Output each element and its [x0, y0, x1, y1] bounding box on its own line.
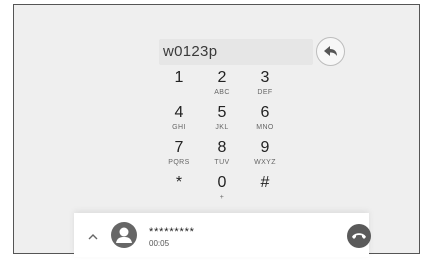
- dialed-number-field: w0123p: [159, 39, 313, 65]
- key-9[interactable]: 9 WXYZ: [240, 137, 290, 171]
- chevron-up-icon: [88, 234, 98, 240]
- key-hash[interactable]: #: [240, 172, 290, 206]
- call-duration: 00:05: [149, 239, 170, 248]
- expand-button[interactable]: [87, 229, 99, 240]
- key-letters: WXYZ: [254, 159, 276, 166]
- backspace-button[interactable]: [316, 37, 345, 66]
- person-icon: [116, 227, 132, 243]
- key-digit: 6: [260, 104, 270, 121]
- key-digit: 3: [260, 69, 270, 86]
- key-3[interactable]: 3 DEF: [240, 67, 290, 101]
- key-letters: DEF: [257, 89, 273, 96]
- key-6[interactable]: 6 MNO: [240, 102, 290, 136]
- caller-name: *********: [149, 226, 195, 238]
- hang-up-button[interactable]: [347, 224, 371, 248]
- caller-avatar: [111, 222, 137, 248]
- key-digit: #: [260, 174, 270, 191]
- back-arrow-icon: [324, 46, 337, 56]
- screen-frame: w0123p 1 2 ABC 3 DEF 4 GHI 5 JKL 6 MNO 7…: [13, 4, 420, 257]
- key-digit: 9: [260, 139, 270, 156]
- phone-hangup-icon: [352, 233, 366, 239]
- dialed-number: w0123p: [163, 43, 218, 60]
- key-letters: MNO: [256, 124, 274, 131]
- active-call-bar: ********* 00:05: [74, 213, 371, 257]
